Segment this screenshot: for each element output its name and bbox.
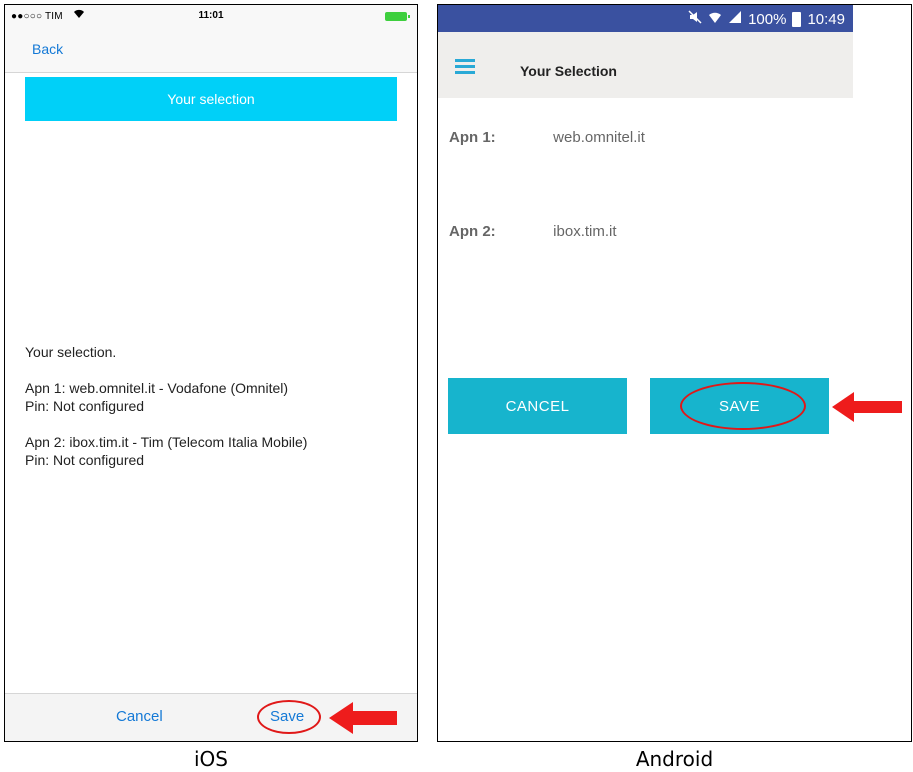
save-button-label: SAVE [719, 397, 760, 415]
ios-screenshot: ●●○○○ TIM 11:01 Back Your selection Your… [4, 4, 418, 742]
save-button[interactable]: SAVE [650, 378, 829, 434]
apn1-value: web.omnitel.it [553, 129, 645, 146]
ios-caption: iOS [194, 747, 228, 771]
battery-icon [385, 12, 410, 21]
save-button[interactable]: Save [270, 708, 304, 725]
mute-icon [688, 10, 702, 28]
apn2-line: Apn 2: ibox.tim.it - Tim (Telecom Italia… [25, 434, 308, 450]
cancel-button[interactable]: Cancel [116, 708, 163, 725]
wifi-icon [708, 10, 722, 28]
selection-summary: Your selection. Apn 1: web.omnitel.it - … [25, 343, 405, 469]
summary-intro: Your selection. [25, 344, 117, 360]
status-time: 11:01 [198, 10, 224, 21]
ios-status-bar: ●●○○○ TIM 11:01 [5, 5, 417, 29]
selection-banner: Your selection [25, 77, 397, 121]
apn2-value: ibox.tim.it [553, 223, 617, 240]
ios-navigation-bar: Back [5, 29, 417, 73]
status-time: 10:49 [807, 10, 845, 28]
pin1-line: Pin: Not configured [25, 398, 145, 414]
android-status-bar: 100% 10:49 [438, 5, 853, 32]
android-screenshot: 100% 10:49 Your Selection Apn 1: web.omn… [437, 4, 912, 742]
apn1-label: Apn 1: [449, 129, 496, 146]
apn1-row: Apn 1: web.omnitel.it [449, 129, 645, 146]
apn2-row: Apn 2: ibox.tim.it [449, 223, 617, 240]
cancel-button[interactable]: CANCEL [448, 378, 627, 434]
ios-bottom-toolbar: Cancel Save [5, 693, 417, 741]
apn2-label: Apn 2: [449, 223, 496, 240]
battery-percent: 100% [748, 10, 787, 28]
android-app-bar: Your Selection [438, 32, 853, 98]
apn1-line: Apn 1: web.omnitel.it - Vodafone (Omnite… [25, 380, 289, 396]
battery-icon [792, 11, 802, 27]
back-button[interactable]: Back [32, 41, 63, 57]
pointer-arrow-icon [832, 392, 902, 422]
pointer-arrow-icon [329, 702, 397, 734]
page-title: Your Selection [520, 63, 617, 79]
signal-icon [728, 10, 742, 28]
hamburger-menu-icon[interactable] [455, 59, 475, 74]
pin2-line: Pin: Not configured [25, 452, 145, 468]
android-caption: Android [635, 747, 714, 771]
